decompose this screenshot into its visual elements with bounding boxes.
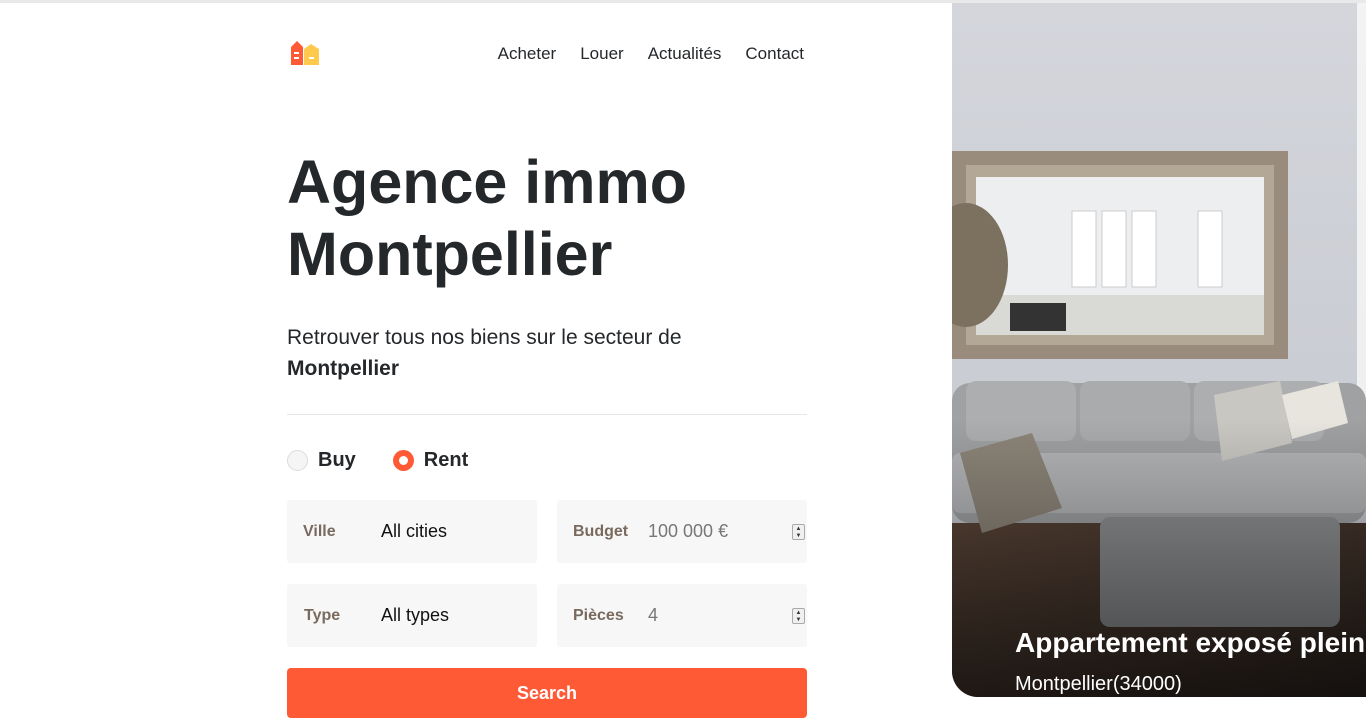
page-title-line-1: Agence immo — [287, 148, 687, 216]
featured-title[interactable]: Appartement exposé plein — [1015, 627, 1365, 659]
ville-select[interactable]: Ville All cities — [287, 500, 537, 563]
budget-input[interactable]: 100 000 € — [648, 521, 728, 542]
nav-actualites[interactable]: Actualités — [648, 44, 722, 64]
house-logo-icon[interactable] — [287, 39, 321, 65]
mode-radio-group: Buy Rent — [287, 449, 468, 472]
radio-buy[interactable]: Buy — [287, 449, 356, 472]
hero-subtitle-text: Retrouver tous nos biens sur le secteur … — [287, 326, 682, 349]
pieces-label: Pièces — [573, 606, 624, 624]
featured-property-card[interactable]: Appartement exposé plein Montpellier(340… — [952, 3, 1366, 697]
property-photo — [952, 3, 1366, 697]
pieces-input[interactable]: 4 — [648, 605, 658, 626]
budget-stepper[interactable]: ▲ ▼ — [792, 524, 805, 540]
type-select[interactable]: Type All types — [287, 584, 537, 647]
budget-label: Budget — [573, 522, 629, 540]
radio-rent-label: Rent — [423, 449, 469, 471]
radio-rent[interactable]: Rent — [392, 449, 469, 472]
budget-field[interactable]: Budget 100 000 € ▲ ▼ — [557, 500, 807, 563]
page-title-line-2: Montpellier — [287, 220, 613, 288]
divider — [287, 414, 807, 415]
featured-location: Montpellier(34000) — [1015, 673, 1182, 695]
page-title: Agence immo Montpellier — [287, 146, 807, 290]
stepper-down-icon[interactable]: ▼ — [796, 617, 802, 623]
hero-subtitle-city: Montpellier — [287, 357, 400, 380]
main-nav: Acheter Louer Actualités Contact — [498, 44, 804, 64]
type-label: Type — [304, 606, 341, 624]
pieces-stepper[interactable]: ▲ ▼ — [792, 608, 805, 624]
ville-label: Ville — [303, 522, 336, 540]
nav-acheter[interactable]: Acheter — [498, 44, 557, 64]
left-panel: Acheter Louer Actualités Contact Agence … — [287, 0, 807, 718]
radio-buy-label: Buy — [318, 449, 356, 471]
radio-buy-dot[interactable] — [287, 450, 308, 471]
nav-contact[interactable]: Contact — [745, 44, 804, 64]
nav-louer[interactable]: Louer — [580, 44, 623, 64]
stepper-up-icon[interactable]: ▲ — [796, 526, 802, 532]
pieces-field[interactable]: Pièces 4 ▲ ▼ — [557, 584, 807, 647]
stepper-down-icon[interactable]: ▼ — [796, 533, 802, 539]
type-value[interactable]: All types — [381, 605, 449, 626]
ville-value[interactable]: All cities — [381, 521, 447, 542]
radio-rent-dot[interactable] — [392, 450, 414, 471]
search-button[interactable]: Search — [287, 668, 807, 718]
hero-subtitle: Retrouver tous nos biens sur le secteur … — [287, 322, 807, 384]
stepper-up-icon[interactable]: ▲ — [796, 610, 802, 616]
